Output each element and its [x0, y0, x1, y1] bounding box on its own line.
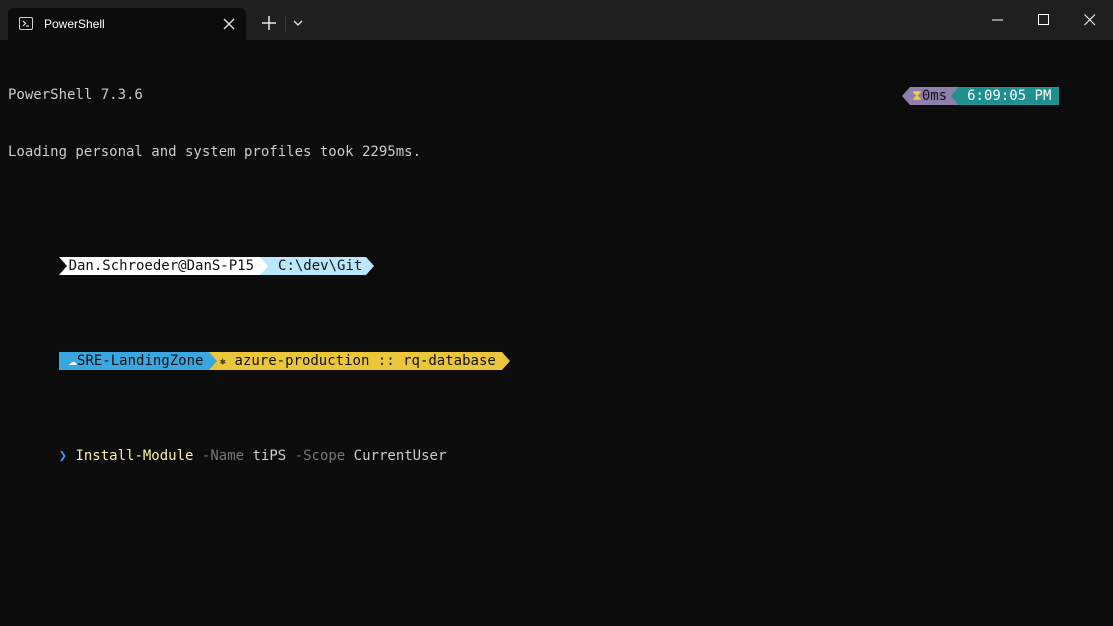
segment-start-arrow: [902, 87, 910, 105]
azure-segment: ☁SRE-LandingZone: [58, 352, 210, 370]
minimize-icon: [992, 19, 1003, 21]
tab-title: PowerShell: [44, 17, 105, 31]
segment-separator: [951, 87, 960, 105]
kubernetes-icon: ⎈: [219, 355, 227, 368]
maximize-button[interactable]: [1021, 0, 1067, 40]
segment-separator: [209, 352, 218, 370]
command-param-name: -Name: [201, 448, 245, 464]
clock-segment: 6:09:05 PM: [959, 87, 1060, 105]
exec-time: 0ms: [921, 88, 948, 104]
terminal-output[interactable]: PowerShell 7.3.6 Loading personal and sy…: [8, 48, 510, 485]
close-icon: [1084, 14, 1096, 26]
cloud-icon: ☁: [68, 353, 78, 369]
chevron-down-icon: [293, 20, 303, 26]
k8s-segment: ⎈ azure-production :: rq-database: [217, 352, 502, 370]
tab-separator: [285, 16, 286, 32]
command-keyword: Install-Module: [75, 448, 194, 464]
maximize-icon: [1038, 14, 1049, 25]
k8s-context: azure-production :: rq-database: [234, 353, 496, 369]
prompt-line-2: ☁SRE-LandingZone ⎈ azure-production :: rq…: [8, 333, 510, 370]
title-bar[interactable]: PowerShell: [0, 0, 1113, 40]
terminal-window: PowerShell PowerShell 7.3.6 Loading pers…: [0, 0, 1113, 626]
command-param-scope: -Scope: [294, 448, 346, 464]
profile-load-line: Loading personal and system profiles too…: [8, 144, 422, 160]
version-line: PowerShell 7.3.6: [8, 87, 143, 103]
user-host-segment: Dan.Schroeder@DanS-P15: [66, 257, 261, 275]
prompt-chevron-icon: ❯: [58, 448, 68, 464]
new-tab-button[interactable]: [258, 12, 280, 34]
command-line[interactable]: ❯ Install-Module -Name tiPS -Scope Curre…: [8, 428, 510, 464]
command-arg-name: tiPS: [252, 448, 287, 464]
minimize-button[interactable]: [975, 0, 1021, 40]
powershell-icon: [19, 17, 33, 30]
right-prompt: ⧗0ms 6:09:05 PM: [902, 87, 1060, 105]
azure-subscription: SRE-LandingZone: [77, 353, 204, 369]
path-segment: C:\dev\Git: [268, 257, 367, 275]
tab-powershell[interactable]: PowerShell: [8, 8, 246, 40]
segment-end-arrow: [501, 352, 510, 370]
segment-start-arrow: [58, 257, 67, 275]
prompt-line-1: Dan.Schroeder@DanS-P15 C:\dev\Git: [8, 238, 510, 275]
close-window-button[interactable]: [1067, 0, 1113, 40]
close-icon[interactable]: [222, 17, 236, 31]
tab-dropdown-button[interactable]: [290, 15, 306, 31]
exec-time-segment: ⧗0ms: [910, 87, 952, 105]
plus-icon: [262, 16, 276, 30]
command-arg-scope: CurrentUser: [353, 448, 447, 464]
segment-separator: [260, 257, 269, 275]
hourglass-icon: ⧗: [912, 88, 922, 104]
segment-end-arrow: [366, 257, 375, 275]
